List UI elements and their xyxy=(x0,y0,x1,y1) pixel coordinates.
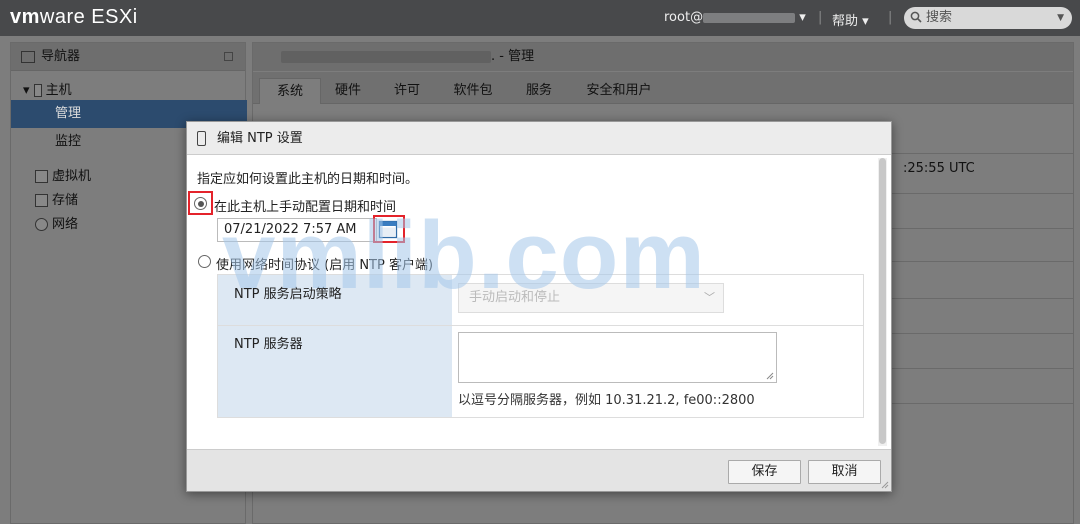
ntp-policy-label: NTP 服务启动策略 xyxy=(234,287,342,302)
ntp-option-label: 使用网络时间协议 (启用 NTP 客户端) xyxy=(216,258,434,273)
search-box[interactable]: 搜索 ▼ xyxy=(904,7,1072,29)
redacted-host xyxy=(703,12,796,23)
navigator-icon xyxy=(21,51,35,63)
vmware-esxi-logo: vmware ESXi xyxy=(10,6,138,28)
tab-services[interactable]: 服务 xyxy=(515,78,563,104)
minimize-icon[interactable] xyxy=(224,52,233,61)
calendar-icon[interactable] xyxy=(378,220,398,239)
edit-ntp-dialog: 编辑 NTP 设置 指定应如何设置此主机的日期和时间。 在此主机上手动配置日期和… xyxy=(186,121,892,492)
tab-license[interactable]: 许可 xyxy=(381,78,433,104)
network-icon xyxy=(35,218,48,231)
cancel-button[interactable]: 取消 xyxy=(808,460,881,484)
tab-security-users[interactable]: 安全和用户 xyxy=(579,78,659,104)
divider xyxy=(218,325,863,326)
navigator-header: 导航器 xyxy=(11,43,245,71)
top-bar: vmware ESXi root@ ▾ | 帮助 ▾ | 搜索 ▼ xyxy=(0,0,1080,36)
help-menu[interactable]: 帮助 ▾ xyxy=(832,10,869,29)
divider: | xyxy=(818,10,823,25)
host-icon xyxy=(33,84,42,97)
tab-packages[interactable]: 软件包 xyxy=(443,78,503,104)
tab-hardware[interactable]: 硬件 xyxy=(323,78,373,104)
tab-bar: 系统 硬件 许可 软件包 服务 安全和用户 xyxy=(253,72,1073,104)
chevron-down-icon[interactable]: ▼ xyxy=(1057,7,1064,29)
dialog-title-bar: 编辑 NTP 设置 xyxy=(187,122,891,155)
current-time-text: :25:55 UTC xyxy=(903,161,975,176)
manual-time-label: 在此主机上手动配置日期和时间 xyxy=(214,200,397,215)
host-icon xyxy=(197,131,206,146)
resize-grip-icon[interactable] xyxy=(766,372,774,380)
search-icon xyxy=(910,11,922,23)
resize-grip-icon[interactable] xyxy=(881,481,889,489)
redacted-hostname xyxy=(281,50,491,63)
ntp-policy-select[interactable]: 手动启动和停止 ﹀ xyxy=(458,283,724,313)
ntp-settings-group: NTP 服务启动策略 手动启动和停止 ﹀ NTP 服务器 以逗号分隔服务器，例如… xyxy=(217,274,864,418)
scrollbar-thumb[interactable] xyxy=(879,158,886,444)
user-menu[interactable]: root@ ▾ xyxy=(664,10,806,25)
dialog-description: 指定应如何设置此主机的日期和时间。 xyxy=(197,172,419,187)
divider: | xyxy=(888,10,893,25)
date-time-input[interactable]: 07/21/2022 7:57 AM xyxy=(217,218,377,242)
save-button[interactable]: 保存 xyxy=(728,460,801,484)
ntp-server-hint: 以逗号分隔服务器，例如 10.31.21.2, fe00::2800 xyxy=(458,393,755,408)
manual-time-radio[interactable] xyxy=(194,197,207,210)
ntp-server-textarea[interactable] xyxy=(458,332,777,383)
ntp-radio[interactable] xyxy=(198,255,211,268)
vertical-scrollbar[interactable] xyxy=(878,158,887,446)
vm-icon xyxy=(35,170,48,183)
tab-system[interactable]: 系统 xyxy=(259,78,321,104)
dialog-footer: 保存 取消 xyxy=(187,449,891,491)
chevron-down-icon: ﹀ xyxy=(704,291,715,304)
ntp-server-label: NTP 服务器 xyxy=(234,337,303,352)
storage-icon xyxy=(35,194,48,207)
main-header: . - 管理 xyxy=(253,43,1073,71)
